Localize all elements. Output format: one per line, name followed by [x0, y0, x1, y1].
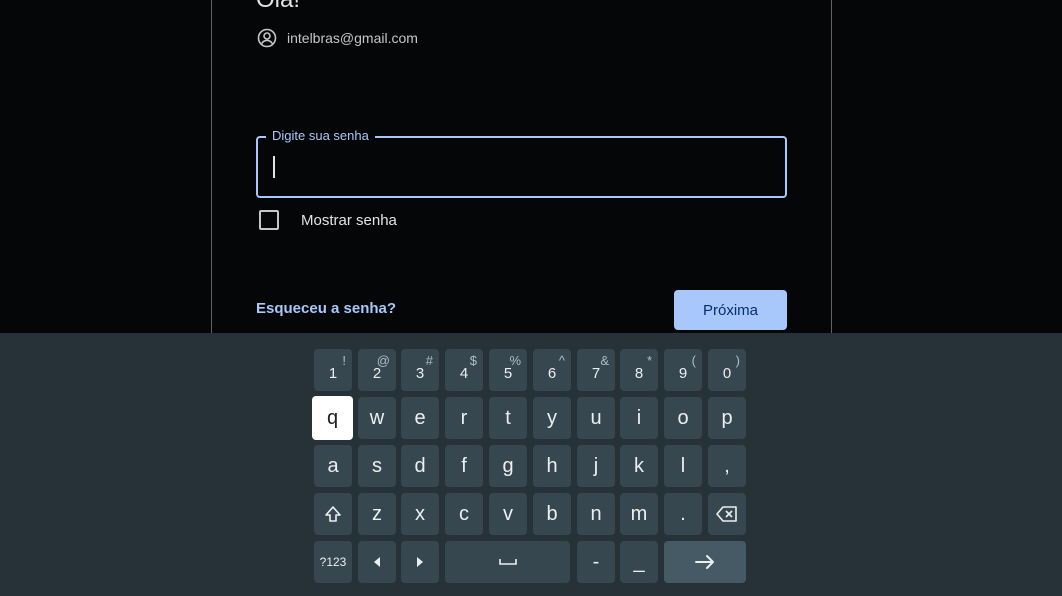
- key-i[interactable]: i: [620, 397, 658, 439]
- forgot-password-link[interactable]: Esqueceu a senha?: [256, 300, 396, 317]
- key-x[interactable]: x: [401, 493, 439, 535]
- key-m[interactable]: m: [620, 493, 658, 535]
- password-input[interactable]: [256, 136, 787, 198]
- key-e[interactable]: e: [401, 397, 439, 439]
- key-comma[interactable]: ,: [708, 445, 746, 487]
- show-password-checkbox[interactable]: [259, 210, 279, 230]
- key-l[interactable]: l: [664, 445, 702, 487]
- backspace-icon: [716, 505, 738, 523]
- key-period[interactable]: .: [664, 493, 702, 535]
- key-y[interactable]: y: [533, 397, 571, 439]
- password-input-label: Digite sua senha: [266, 128, 375, 144]
- symbols-key[interactable]: ?123: [314, 541, 352, 583]
- enter-key[interactable]: [664, 541, 746, 583]
- key-dash[interactable]: -: [577, 541, 615, 583]
- key-p[interactable]: p: [708, 397, 746, 439]
- key-q[interactable]: q: [312, 396, 353, 440]
- key-a[interactable]: a: [314, 445, 352, 487]
- key-w[interactable]: w: [358, 397, 396, 439]
- key-n[interactable]: n: [577, 493, 615, 535]
- key-5[interactable]: 5%: [489, 349, 527, 391]
- key-o[interactable]: o: [664, 397, 702, 439]
- key-8[interactable]: 8 *: [620, 349, 658, 391]
- key-f[interactable]: f: [445, 445, 483, 487]
- key-6[interactable]: 6 ^: [533, 349, 571, 391]
- backspace-key[interactable]: [708, 493, 746, 535]
- cursor-left-key[interactable]: [358, 541, 396, 583]
- account-circle-icon: [257, 28, 277, 48]
- key-4[interactable]: 4 $: [445, 349, 483, 391]
- key-b[interactable]: b: [533, 493, 571, 535]
- space-key[interactable]: [445, 541, 570, 583]
- key-v[interactable]: v: [489, 493, 527, 535]
- show-password-toggle[interactable]: Mostrar senha: [259, 210, 397, 230]
- key-r[interactable]: r: [445, 397, 483, 439]
- key-z[interactable]: z: [358, 493, 396, 535]
- key-c[interactable]: c: [445, 493, 483, 535]
- key-7[interactable]: 7 &: [577, 349, 615, 391]
- shift-key[interactable]: [314, 493, 352, 535]
- next-button[interactable]: Próxima: [674, 290, 787, 330]
- key-3[interactable]: 3 #: [401, 349, 439, 391]
- key-1[interactable]: 1!: [314, 349, 352, 391]
- key-t[interactable]: t: [489, 397, 527, 439]
- key-s[interactable]: s: [358, 445, 396, 487]
- key-9[interactable]: 9(: [664, 349, 702, 391]
- shift-icon: [323, 504, 343, 524]
- key-0[interactable]: 0): [708, 349, 746, 391]
- triangle-right-icon: [414, 555, 426, 569]
- text-caret: [273, 156, 275, 178]
- arrow-right-icon: [694, 554, 716, 570]
- screen: Olá! intelbras@gmail.com Digite sua senh…: [0, 0, 1062, 596]
- key-g[interactable]: g: [489, 445, 527, 487]
- cursor-right-key[interactable]: [401, 541, 439, 583]
- key-underscore[interactable]: _: [620, 541, 658, 583]
- account-chip[interactable]: intelbras@gmail.com: [257, 28, 418, 48]
- key-k[interactable]: k: [620, 445, 658, 487]
- key-u[interactable]: u: [577, 397, 615, 439]
- space-icon: [498, 557, 518, 567]
- key-j[interactable]: j: [577, 445, 615, 487]
- triangle-left-icon: [371, 555, 383, 569]
- key-h[interactable]: h: [533, 445, 571, 487]
- on-screen-keyboard: 1! 2 @ 3 # 4 $ 5% 6 ^ 7 & 8 * 9( 0) q w e r t …: [0, 333, 1062, 596]
- show-password-label: Mostrar senha: [301, 211, 397, 229]
- account-email: intelbras@gmail.com: [287, 30, 418, 46]
- key-d[interactable]: d: [401, 445, 439, 487]
- key-2[interactable]: 2 @: [358, 349, 396, 391]
- greeting-title: Olá!: [256, 0, 300, 14]
